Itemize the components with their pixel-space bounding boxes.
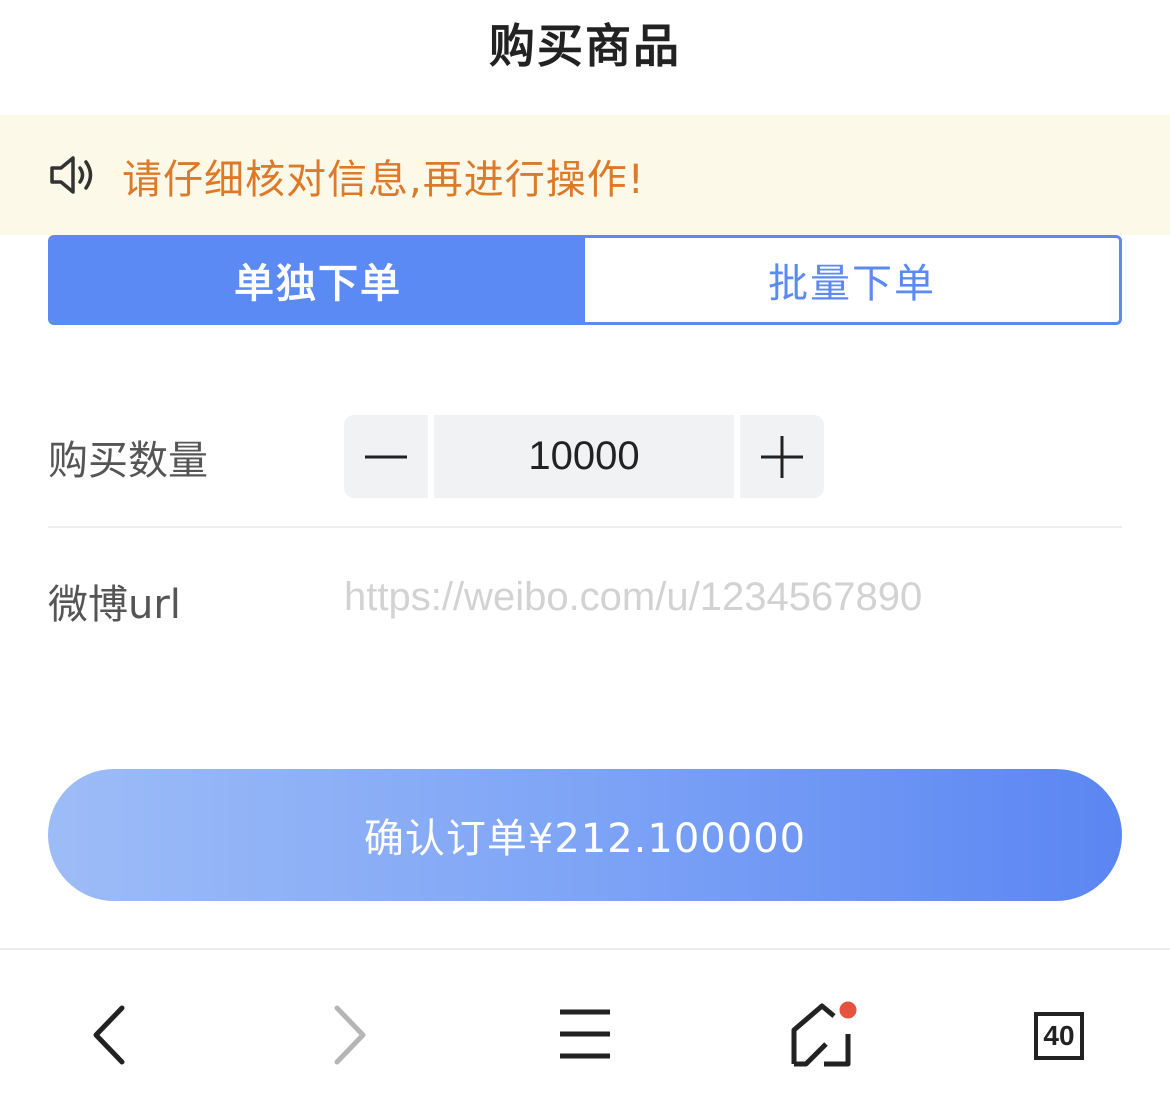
decrement-button[interactable] — [344, 415, 428, 498]
page: 购买商品 请仔细核对信息,再进行操作! 单独下单 批量下单 购买数量 微博url — [0, 0, 1170, 1103]
increment-button[interactable] — [740, 415, 824, 498]
forward-icon — [334, 1005, 366, 1065]
page-title: 购买商品 — [489, 18, 681, 73]
tabs-button[interactable]: 40 — [1022, 1000, 1092, 1070]
tab-batch-order[interactable]: 批量下单 — [585, 238, 1119, 322]
confirm-order-button[interactable]: 确认订单¥212.100000 — [48, 769, 1122, 901]
quantity-label: 购买数量 — [48, 438, 208, 484]
menu-icon — [560, 1009, 610, 1059]
notice-text: 请仔细核对信息,再进行操作! — [122, 157, 645, 203]
minus-icon — [365, 455, 407, 458]
plus-icon — [761, 435, 803, 478]
home-button[interactable] — [786, 998, 860, 1070]
header: 购买商品 — [0, 0, 1170, 115]
tab-count: 40 — [1034, 1012, 1084, 1060]
browser-bottom-bar: 40 — [0, 948, 1170, 1103]
quantity-input[interactable] — [434, 415, 734, 498]
order-mode-tabs: 单独下单 批量下单 — [48, 235, 1122, 325]
back-icon — [93, 1005, 125, 1065]
divider — [48, 526, 1122, 528]
quantity-stepper — [344, 415, 824, 498]
forward-button[interactable] — [315, 1000, 385, 1070]
weibo-url-input[interactable] — [344, 562, 1122, 632]
menu-button[interactable] — [550, 1000, 620, 1070]
home-icon — [791, 998, 860, 1067]
back-button[interactable] — [72, 1000, 142, 1070]
notification-dot — [836, 998, 860, 1022]
tab-single-order[interactable]: 单独下单 — [51, 238, 585, 322]
speaker-icon — [50, 156, 93, 194]
notice-bar: 请仔细核对信息,再进行操作! — [0, 115, 1170, 235]
weibo-url-label: 微博url — [48, 582, 181, 628]
